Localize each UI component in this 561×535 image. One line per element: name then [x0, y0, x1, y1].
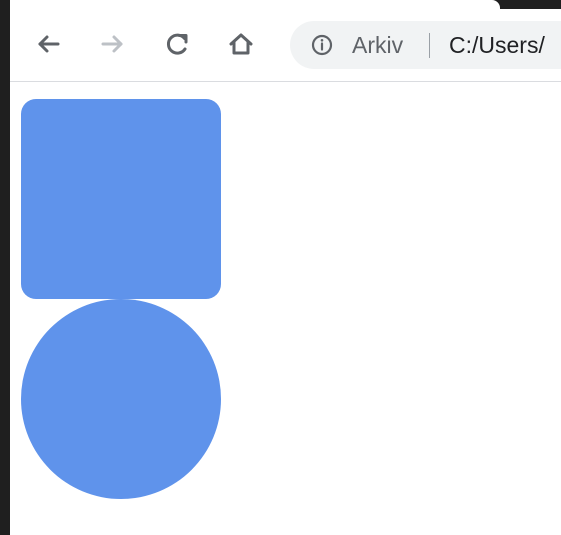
page-content [10, 82, 561, 535]
home-icon [227, 30, 255, 58]
blue-circle [21, 299, 221, 499]
reload-icon [163, 30, 191, 58]
address-bar[interactable]: Arkiv C:/Users/ [290, 21, 561, 69]
info-icon[interactable] [310, 33, 334, 57]
browser-toolbar: Arkiv C:/Users/ [10, 9, 561, 82]
arrow-left-icon [34, 30, 62, 58]
forward-button[interactable] [96, 27, 130, 61]
back-button[interactable] [31, 27, 65, 61]
home-button[interactable] [224, 27, 258, 61]
browser-tab-edge [10, 0, 500, 9]
url-text[interactable]: C:/Users/ [449, 32, 545, 58]
blue-rounded-square [21, 99, 221, 299]
address-divider [429, 33, 430, 58]
browser-window: Arkiv C:/Users/ [10, 9, 561, 535]
reload-button[interactable] [160, 27, 194, 61]
site-label: Arkiv [352, 32, 404, 58]
arrow-right-icon [99, 30, 127, 58]
